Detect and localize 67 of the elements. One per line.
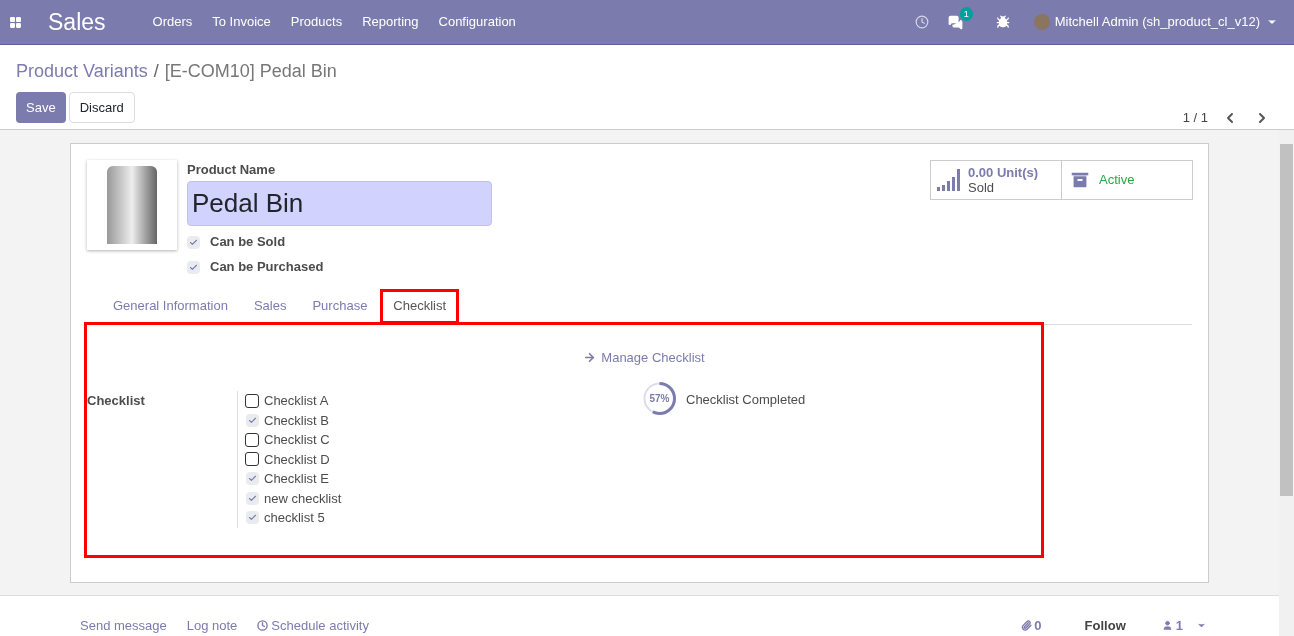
checklist-item-label: Checklist E bbox=[264, 470, 330, 488]
check-icon bbox=[247, 415, 257, 425]
signal-bars-icon bbox=[937, 169, 961, 191]
check-icon bbox=[189, 262, 198, 272]
user-menu[interactable]: Mitchell Admin (sh_product_cl_v12) bbox=[1054, 12, 1260, 32]
tab[interactable]: Checklist bbox=[380, 288, 460, 324]
manage-checklist-link[interactable]: Manage Checklist bbox=[583, 347, 705, 367]
follow-button[interactable]: Follow bbox=[1084, 615, 1126, 635]
checkbox[interactable] bbox=[187, 235, 200, 249]
menu-item[interactable]: Configuration bbox=[438, 12, 516, 32]
log-note-link[interactable]: Log note bbox=[186, 615, 238, 635]
tab[interactable]: General Information bbox=[100, 288, 241, 324]
checkbox[interactable] bbox=[245, 393, 259, 408]
checkbox[interactable] bbox=[245, 413, 259, 427]
check-icon bbox=[189, 237, 198, 247]
menu-item[interactable]: To Invoice bbox=[212, 12, 271, 32]
checkbox-label: Can be Purchased bbox=[210, 258, 324, 277]
breadcrumb-separator: / bbox=[153, 60, 159, 83]
messages-icon[interactable] bbox=[947, 14, 963, 30]
pager-counter: 1 / 1 bbox=[1182, 109, 1208, 127]
discard-button[interactable]: Discard bbox=[68, 92, 135, 123]
send-message-link[interactable]: Send message bbox=[80, 615, 167, 635]
breadcrumb-current: [E-COM10] Pedal Bin bbox=[164, 60, 337, 83]
attachments-button[interactable]: 0 bbox=[1021, 615, 1042, 635]
menu-item[interactable]: Reporting bbox=[362, 12, 419, 32]
checklist-item-label: Checklist A bbox=[264, 392, 329, 410]
archive-box-icon bbox=[1069, 169, 1091, 191]
stat-label: Sold bbox=[968, 180, 996, 195]
checkbox[interactable] bbox=[245, 472, 259, 486]
checkbox[interactable] bbox=[187, 260, 200, 274]
save-button[interactable]: Save bbox=[16, 92, 66, 123]
activity-icon[interactable] bbox=[914, 15, 929, 29]
person-icon bbox=[1161, 619, 1173, 631]
menu-item[interactable]: Orders bbox=[152, 12, 193, 32]
apps-menu-icon[interactable] bbox=[9, 15, 22, 29]
tab[interactable]: Purchase bbox=[299, 288, 381, 324]
schedule-activity-link[interactable]: Schedule activity bbox=[257, 615, 369, 635]
debug-icon[interactable] bbox=[995, 15, 1010, 29]
checkbox-label: Can be Sold bbox=[210, 233, 286, 252]
paperclip-icon bbox=[1021, 619, 1033, 631]
checklist-item-label: checklist 5 bbox=[264, 509, 325, 527]
arrow-icon bbox=[583, 350, 597, 364]
checkbox[interactable] bbox=[245, 511, 259, 525]
sold-stat-button[interactable]: 0.00 Unit(s) Sold bbox=[931, 161, 1062, 199]
tab[interactable]: Sales bbox=[240, 288, 300, 324]
checklist-item-label: Checklist B bbox=[264, 411, 330, 430]
message-count-badge: 1 bbox=[959, 6, 973, 21]
app-name: Sales bbox=[48, 7, 106, 37]
progress-label: Checklist Completed bbox=[686, 391, 806, 409]
avatar-icon bbox=[1033, 14, 1050, 30]
checklist-item-label: new checklist bbox=[264, 489, 342, 508]
product-name-field[interactable]: Pedal Bin bbox=[187, 180, 492, 226]
field-label: Product Name bbox=[187, 161, 277, 179]
clock-icon bbox=[257, 619, 269, 631]
menu-item[interactable]: Products bbox=[290, 12, 343, 32]
active-toggle-button[interactable]: Active bbox=[1062, 161, 1192, 199]
checkbox[interactable] bbox=[245, 452, 259, 467]
checkbox[interactable] bbox=[245, 432, 259, 447]
scrollbar[interactable] bbox=[1279, 130, 1294, 636]
checklist-item-label: Checklist C bbox=[264, 431, 330, 449]
checkbox[interactable] bbox=[245, 491, 259, 505]
progress-reading: 57% bbox=[648, 392, 671, 406]
stat-value: 0.00 Unit(s) bbox=[968, 165, 1039, 180]
breadcrumb-link[interactable]: Product Variants bbox=[16, 58, 148, 85]
field-label: Checklist bbox=[87, 392, 146, 410]
followers-button[interactable]: 1 bbox=[1161, 615, 1207, 635]
checklist-item-label: Checklist D bbox=[264, 450, 330, 469]
